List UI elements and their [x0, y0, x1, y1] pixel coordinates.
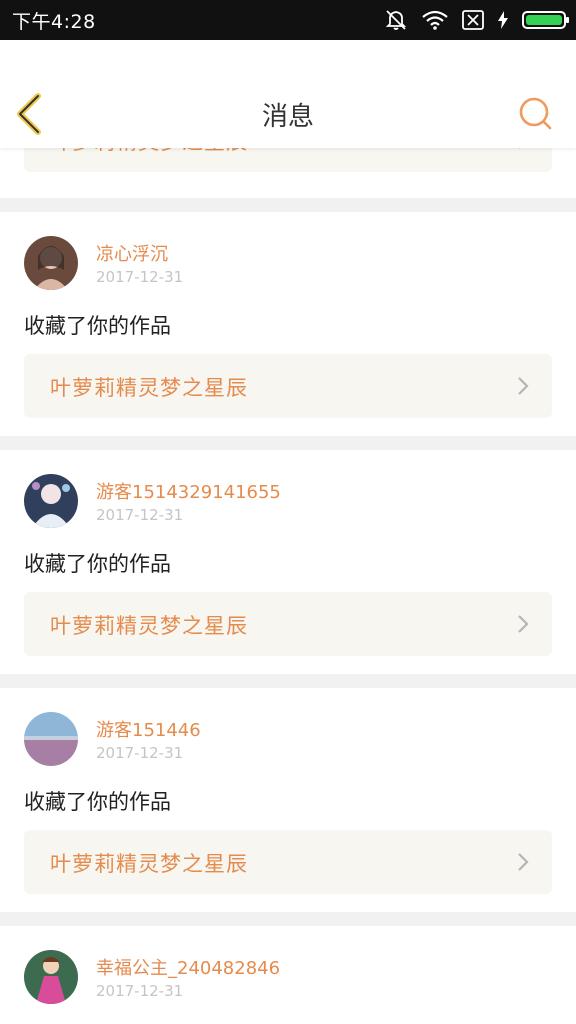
username[interactable]: 游客1514329141655	[96, 478, 281, 504]
battery-icon	[522, 11, 569, 29]
work-link-label: 叶萝莉精灵梦之星辰	[50, 148, 248, 156]
mute-icon	[385, 10, 407, 30]
message-list[interactable]: 叶萝莉精灵梦之星辰 凉心浮沉 2017-12-31 收藏了你的作品 叶萝莉精灵梦…	[0, 148, 576, 1024]
charging-icon	[498, 11, 508, 29]
message-card: 游客1514329141655 2017-12-31 收藏了你的作品 叶萝莉精灵…	[0, 450, 576, 674]
work-link[interactable]: 叶萝莉精灵梦之星辰	[24, 592, 552, 656]
message-card: 凉心浮沉 2017-12-31 收藏了你的作品 叶萝莉精灵梦之星辰	[0, 212, 576, 436]
chevron-right-icon	[518, 377, 529, 395]
message-text: 收藏了你的作品	[24, 790, 171, 814]
status-bar: 下午4:28	[0, 0, 576, 40]
chevron-right-icon	[518, 615, 529, 633]
message-text: 收藏了你的作品	[24, 314, 171, 338]
work-link-label: 叶萝莉精灵梦之星辰	[50, 614, 248, 638]
work-link[interactable]: 叶萝莉精灵梦之星辰	[24, 830, 552, 894]
message-card: 幸福公主_240482846 2017-12-31	[0, 926, 576, 1024]
avatar[interactable]	[24, 950, 78, 1004]
chevron-right-icon	[518, 853, 529, 871]
message-date: 2017-12-31	[96, 506, 184, 524]
message-date: 2017-12-31	[96, 982, 184, 1000]
work-link[interactable]: 叶萝莉精灵梦之星辰	[24, 148, 552, 172]
username[interactable]: 幸福公主_240482846	[96, 954, 280, 980]
status-time: 下午4:28	[12, 10, 96, 33]
work-link-label: 叶萝莉精灵梦之星辰	[50, 376, 248, 400]
avatar[interactable]	[24, 474, 78, 528]
chevron-right-icon	[519, 148, 521, 149]
wifi-icon	[422, 10, 448, 30]
message-card-partial: 叶萝莉精灵梦之星辰	[0, 148, 576, 198]
message-date: 2017-12-31	[96, 268, 184, 286]
work-link-label: 叶萝莉精灵梦之星辰	[50, 852, 248, 876]
username[interactable]: 游客151446	[96, 716, 201, 742]
work-link[interactable]: 叶萝莉精灵梦之星辰	[24, 354, 552, 418]
avatar[interactable]	[24, 236, 78, 290]
search-icon[interactable]	[518, 96, 554, 132]
page-title: 消息	[261, 102, 314, 132]
message-date: 2017-12-31	[96, 744, 184, 762]
username[interactable]: 凉心浮沉	[96, 240, 168, 266]
battery-level	[526, 15, 562, 25]
app-header: 消息	[0, 40, 576, 148]
message-text: 收藏了你的作品	[24, 552, 171, 576]
no-sim-icon	[462, 10, 484, 30]
message-card: 游客151446 2017-12-31 收藏了你的作品 叶萝莉精灵梦之星辰	[0, 688, 576, 912]
avatar[interactable]	[24, 712, 78, 766]
status-icons	[384, 9, 569, 31]
